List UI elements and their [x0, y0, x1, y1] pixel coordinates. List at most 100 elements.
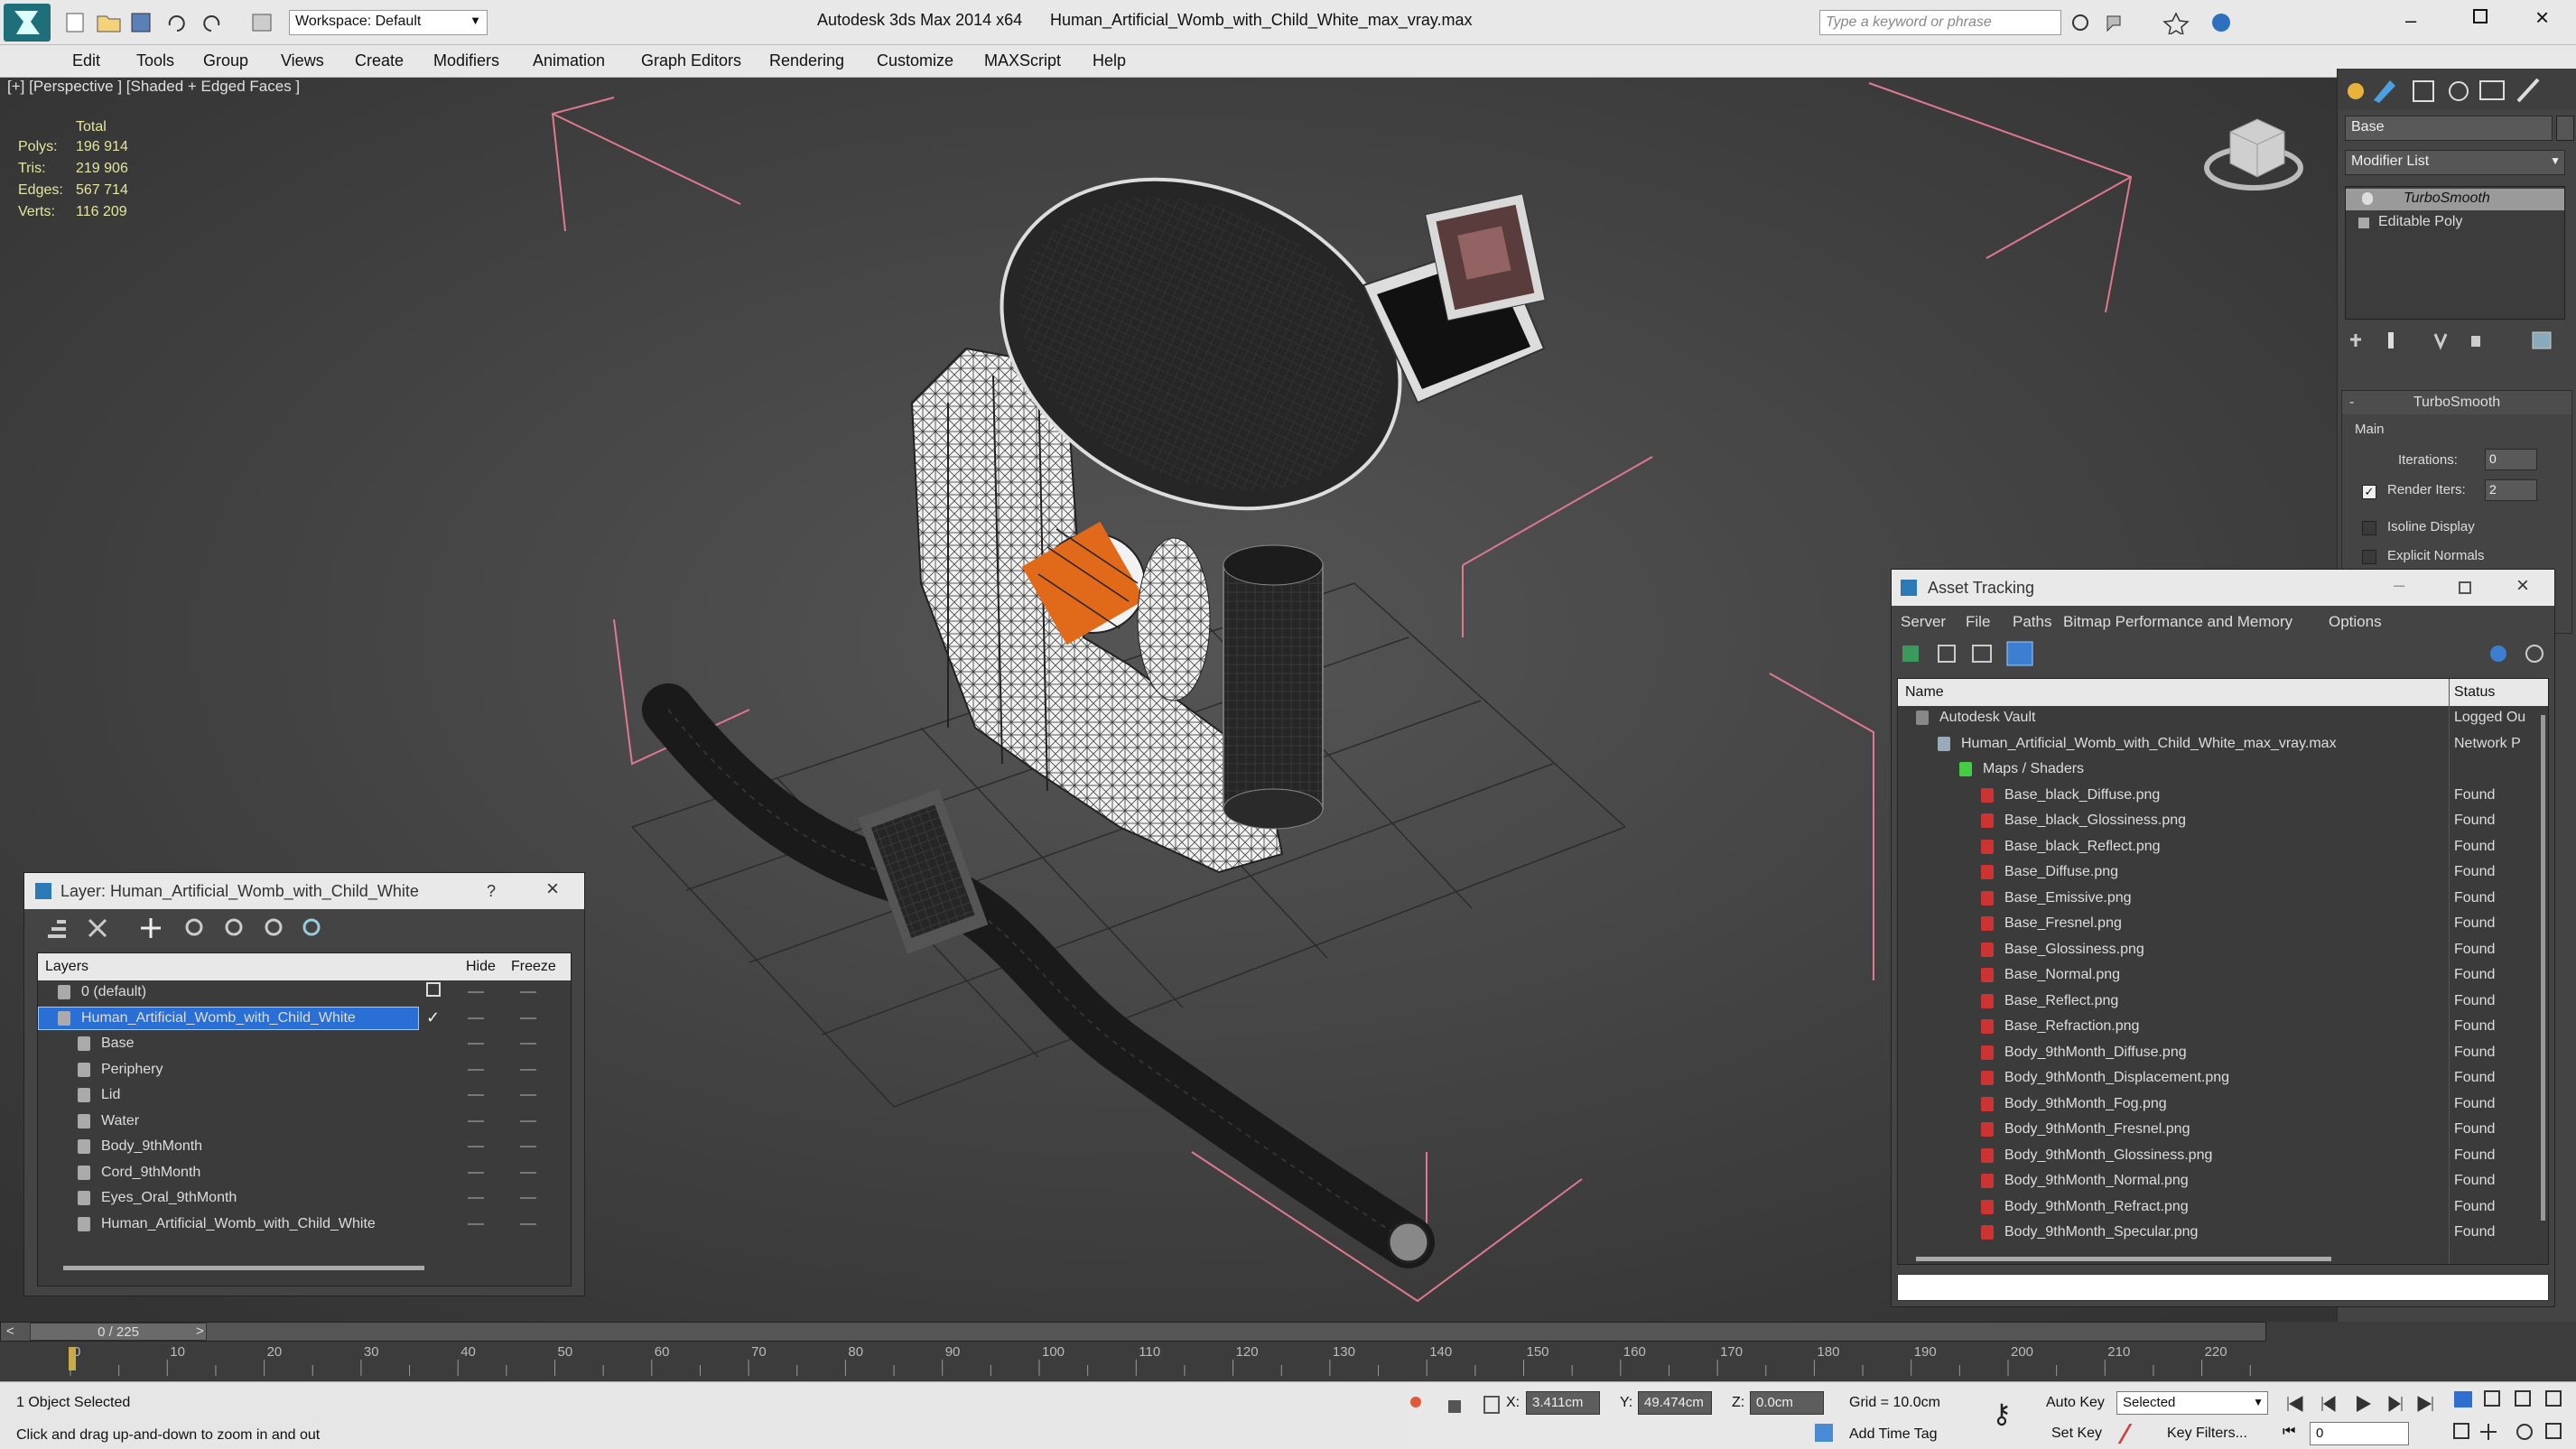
hide-toggle[interactable]	[468, 1146, 484, 1147]
layer-close-button[interactable]: ×	[546, 877, 559, 902]
minimize-button[interactable]: –	[2405, 9, 2416, 33]
stack-item-editable-poly[interactable]: Editable Poly	[2346, 212, 2564, 234]
asset-menu-bitmap[interactable]: Bitmap Performance and Memory	[2063, 613, 2292, 631]
current-frame-field[interactable]: 0	[2310, 1422, 2409, 1445]
object-color-swatch[interactable]	[2556, 116, 2574, 141]
asset-menu-options[interactable]: Options	[2329, 613, 2382, 631]
frame-marker[interactable]	[69, 1347, 76, 1370]
current-layer-box-icon[interactable]	[426, 982, 441, 997]
asset-window-titlebar[interactable]: Asset Tracking – ×	[1892, 570, 2554, 606]
asset-row[interactable]: Base_Fresnel.png Found	[1898, 912, 2548, 937]
layer-row[interactable]: Human_Artificial_Womb_with_Child_White ✓	[38, 1006, 571, 1032]
freeze-toggle[interactable]	[520, 1068, 536, 1071]
object-name-field[interactable]: Base	[2345, 116, 2553, 141]
asset-row[interactable]: Base_black_Glossiness.png Found	[1898, 809, 2548, 834]
asset-path-field[interactable]	[1897, 1274, 2549, 1301]
hide-toggle[interactable]	[468, 1171, 484, 1174]
col-hide[interactable]: Hide	[466, 959, 496, 975]
menu-maxscript[interactable]: MAXScript	[984, 51, 1061, 70]
layer-row[interactable]: Periphery	[38, 1058, 571, 1083]
asset-menu-server[interactable]: Server	[1901, 613, 1946, 631]
hide-toggle[interactable]	[468, 1043, 484, 1045]
layer-row[interactable]: Cord_9thMonth	[38, 1161, 571, 1186]
menu-rendering[interactable]: Rendering	[769, 51, 844, 70]
maximize-button[interactable]	[2473, 9, 2488, 23]
hide-toggle[interactable]	[468, 1197, 484, 1199]
explicit-normals-checkbox[interactable]	[2362, 550, 2376, 564]
asset-row[interactable]: Body_9thMonth_Displacement.png Found	[1898, 1066, 2548, 1091]
hide-toggle[interactable]	[468, 1017, 484, 1019]
asset-row[interactable]: Base_black_Reflect.png Found	[1898, 835, 2548, 860]
render-iters-spinner[interactable]: 2	[2485, 479, 2537, 501]
asset-row[interactable]: Base_Glossiness.png Found	[1898, 938, 2548, 963]
asset-row[interactable]: Base_Refraction.png Found	[1898, 1015, 2548, 1040]
freeze-toggle[interactable]	[520, 1197, 536, 1199]
menu-group[interactable]: Group	[203, 51, 248, 70]
freeze-toggle[interactable]	[520, 1119, 536, 1122]
key-mode-icon[interactable]: ⏮	[2283, 1424, 2295, 1440]
render-iters-checkbox[interactable]: ✓	[2362, 485, 2376, 499]
menu-edit[interactable]: Edit	[72, 51, 100, 70]
asset-vscrollbar[interactable]	[2541, 715, 2545, 1221]
freeze-toggle[interactable]	[520, 1094, 536, 1096]
isoline-checkbox[interactable]	[2362, 521, 2376, 535]
layer-row[interactable]: Base	[38, 1032, 571, 1057]
asset-close-button[interactable]: ×	[2516, 573, 2529, 599]
menu-graph-editors[interactable]: Graph Editors	[641, 51, 741, 70]
rollout-header[interactable]: - TurboSmooth	[2342, 391, 2571, 414]
asset-row[interactable]: Maps / Shaders	[1898, 757, 2548, 783]
layer-row[interactable]: Body_9thMonth	[38, 1135, 571, 1160]
col-name[interactable]: Name	[1905, 684, 1944, 701]
x-coordinate-field[interactable]: 3.411cm	[1526, 1391, 1600, 1415]
layer-row[interactable]: Water	[38, 1110, 571, 1135]
asset-row[interactable]: Base_black_Diffuse.png Found	[1898, 784, 2548, 809]
freeze-toggle[interactable]	[520, 1017, 536, 1019]
close-button[interactable]: ×	[2535, 4, 2549, 32]
freeze-toggle[interactable]	[520, 1222, 536, 1225]
modifier-list-dropdown[interactable]: Modifier List ▼	[2345, 150, 2565, 175]
asset-minimize-button[interactable]: –	[2394, 573, 2404, 597]
freeze-toggle[interactable]	[520, 1146, 536, 1147]
col-layers[interactable]: Layers	[45, 959, 88, 975]
time-slider-prev[interactable]: <	[6, 1324, 14, 1339]
col-freeze[interactable]: Freeze	[511, 959, 556, 975]
hide-toggle[interactable]	[468, 1119, 484, 1122]
asset-row[interactable]: Body_9thMonth_Refract.png Found	[1898, 1195, 2548, 1221]
menu-customize[interactable]: Customize	[877, 51, 953, 70]
asset-row[interactable]: Body_9thMonth_Diffuse.png Found	[1898, 1041, 2548, 1066]
layer-row[interactable]: 0 (default)	[38, 980, 571, 1006]
asset-menu-paths[interactable]: Paths	[2013, 613, 2051, 631]
time-tag-icon[interactable]	[1815, 1424, 1833, 1442]
layer-scrollbar[interactable]	[63, 1266, 424, 1270]
asset-row[interactable]: Body_9thMonth_Normal.png Found	[1898, 1169, 2548, 1194]
menu-help[interactable]: Help	[1093, 51, 1126, 70]
col-status[interactable]: Status	[2454, 684, 2495, 701]
freeze-toggle[interactable]	[520, 1171, 536, 1174]
auto-key-button[interactable]: Auto Key	[2046, 1395, 2105, 1411]
bulb-icon[interactable]	[2362, 192, 2373, 205]
z-coordinate-field[interactable]: 0.0cm	[1750, 1391, 1824, 1415]
asset-row[interactable]: Body_9thMonth_Fresnel.png Found	[1898, 1118, 2548, 1143]
freeze-toggle[interactable]	[520, 1043, 536, 1045]
menu-tools[interactable]: Tools	[136, 51, 174, 70]
iterations-spinner[interactable]: 0	[2485, 449, 2537, 470]
asset-maximize-button[interactable]	[2459, 581, 2471, 594]
set-key-icon[interactable]: ⚷	[1992, 1398, 2026, 1433]
current-layer-check-icon[interactable]: ✓	[426, 1008, 441, 1026]
set-key-button[interactable]: Set Key	[2051, 1426, 2102, 1442]
app-logo-icon[interactable]	[4, 4, 51, 42]
y-coordinate-field[interactable]: 49.474cm	[1638, 1391, 1712, 1415]
key-filters-button[interactable]: Key Filters...	[2167, 1426, 2247, 1442]
layer-row[interactable]: Eyes_Oral_9thMonth	[38, 1186, 571, 1212]
menu-views[interactable]: Views	[281, 51, 324, 70]
layer-row[interactable]: Lid	[38, 1083, 571, 1109]
layer-row[interactable]: Human_Artificial_Womb_with_Child_White	[38, 1212, 571, 1238]
stack-item-turbosmooth[interactable]: TurboSmooth	[2346, 189, 2564, 210]
selection-set-dropdown[interactable]: Selected ▼	[2116, 1391, 2268, 1415]
asset-menu-file[interactable]: File	[1966, 613, 1990, 631]
asset-row[interactable]: Autodesk Vault Logged Ou	[1898, 706, 2548, 731]
time-slider-thumb[interactable]: 0 / 225	[30, 1323, 207, 1341]
layer-window-titlebar[interactable]: Layer: Human_Artificial_Womb_with_Child_…	[24, 873, 584, 909]
viewport-label[interactable]: [+] [Perspective ] [Shaded + Edged Faces…	[7, 78, 300, 96]
asset-row[interactable]: Body_9thMonth_Specular.png Found	[1898, 1221, 2548, 1246]
